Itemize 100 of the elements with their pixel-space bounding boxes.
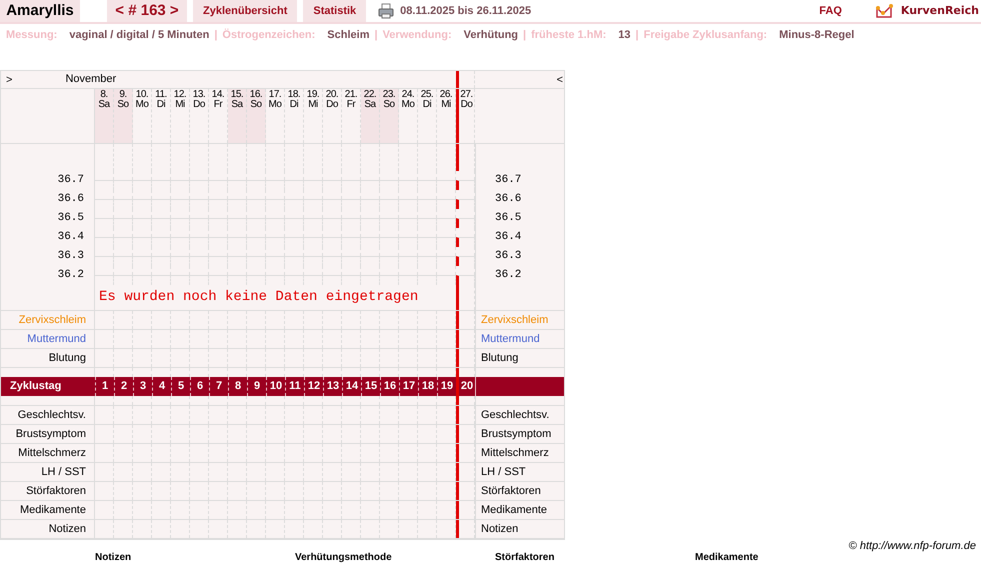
section-heading: Störfaktoren (495, 552, 556, 563)
cycle-day-number: 13 (323, 377, 342, 396)
info-value: vaginal / digital / 5 Minuten (69, 28, 210, 43)
cycle-day-number: 8 (228, 377, 247, 396)
copyright-text: © http://www.nfp-forum.de (848, 541, 976, 552)
temperature-label: 36.2 (475, 266, 566, 285)
row-label: Muttermund (1, 330, 95, 348)
date-range: 08.11.2025 bis 26.11.2025 (400, 4, 532, 19)
prev-button[interactable]: < (556, 72, 563, 88)
row-label: Mittelschmerz (1, 444, 95, 462)
date-header: 13. Do (190, 89, 209, 143)
cycle-day-number: 12 (304, 377, 323, 396)
cycle-day-number: 2 (114, 377, 133, 396)
row-label: Störfaktoren (475, 482, 566, 500)
date-header: 18. Di (285, 89, 304, 143)
cycle-day-number: 5 (171, 377, 190, 396)
info-label: Freigabe Zyklusanfang: (644, 28, 768, 43)
date-header: 23. So (380, 89, 399, 143)
date-header: 19. Mi (304, 89, 323, 143)
cycle-day-number: 19 (437, 377, 456, 396)
nav-tab[interactable]: Statistik (303, 0, 366, 22)
nav-tab[interactable]: Zyklenübersicht (193, 0, 298, 22)
date-header: 25. Di (418, 89, 437, 143)
row-label: Blutung (1, 349, 95, 367)
row-label: Störfaktoren (1, 482, 95, 500)
separator: | (214, 28, 218, 43)
faq-link[interactable]: FAQ (819, 2, 842, 20)
cycle-day-number: 14 (342, 377, 361, 396)
separator: | (636, 28, 639, 43)
cycle-day-number: 3 (133, 377, 152, 396)
section-heading: Medikamente (695, 552, 760, 563)
temperature-label: 36.7 (1, 171, 95, 190)
date-header: 8. Sa (95, 89, 114, 143)
row-label: Notizen (475, 520, 566, 538)
date-header: 12. Mi (171, 89, 190, 143)
row-label: Muttermund (475, 330, 566, 348)
temperature-label: 36.4 (1, 228, 95, 247)
profile-name: Amaryllis (0, 0, 80, 22)
date-header: 15. Sa (228, 89, 247, 143)
row-label: Zervixschleim (1, 311, 95, 329)
cycle-day-number: 1 (95, 377, 114, 396)
printer-icon[interactable] (378, 3, 394, 19)
date-header: 11. Di (152, 89, 171, 143)
date-header: 20. Do (323, 89, 342, 143)
info-value: Minus-8-Regel (779, 28, 854, 43)
temperature-label: 36.2 (1, 266, 95, 285)
cycle-day-number: 20 (456, 377, 475, 396)
cycle-day-number: 9 (247, 377, 266, 396)
row-label: LH / SST (1, 463, 95, 481)
row-label: Medikamente (475, 501, 566, 519)
date-header: 17. Mo (266, 89, 285, 143)
row-label: LH / SST (475, 463, 566, 481)
temperature-label: 36.6 (475, 190, 566, 209)
month-label: November (65, 72, 116, 88)
section-heading: Verhütungsmethode (295, 552, 393, 563)
cycle-nav-button[interactable]: < # 163 > (107, 0, 187, 22)
date-header: 22. Sa (361, 89, 380, 143)
temperature-label: 36.3 (1, 247, 95, 266)
cycle-day-number: 6 (190, 377, 209, 396)
date-header: 27. Do (456, 89, 475, 143)
cycle-day-number: 17 (399, 377, 418, 396)
logo-icon (874, 3, 895, 19)
row-label: Medikamente (1, 501, 95, 519)
date-header: 9. So (114, 89, 133, 143)
info-label: Östrogenzeichen: (222, 28, 316, 43)
cycle-day-number: 4 (152, 377, 171, 396)
temperature-label: 36.4 (475, 228, 566, 247)
cycle-day-number: 10 (266, 377, 285, 396)
temperature-label: 36.5 (1, 209, 95, 228)
temperature-label: 36.6 (1, 190, 95, 209)
cycle-day-label: Zyklustag (9, 379, 62, 394)
cycle-day-number: 11 (285, 377, 304, 396)
row-label: Blutung (475, 349, 566, 367)
info-label: Verwendung: (382, 28, 452, 43)
section-heading: Notizen (95, 552, 132, 563)
next-button[interactable]: > (1, 72, 18, 88)
info-value: Verhütung (464, 28, 518, 43)
row-label: Geschlechtsv. (475, 406, 566, 424)
info-value: Schleim (327, 28, 370, 43)
row-label: Mittelschmerz (475, 444, 566, 462)
date-header: 26. Mi (437, 89, 456, 143)
cycle-day-number: 16 (380, 377, 399, 396)
cycle-day-number: 15 (361, 377, 380, 396)
temperature-label: 36.5 (475, 209, 566, 228)
info-label: früheste 1.hM: (531, 28, 606, 43)
info-label: Messung: (6, 28, 58, 43)
row-label: Brustsymptom (475, 425, 566, 443)
row-label: Zervixschleim (475, 311, 566, 329)
temperature-label: 36.7 (475, 171, 566, 190)
date-header: 16. So (247, 89, 266, 143)
separator: | (523, 28, 526, 43)
row-label: Brustsymptom (1, 425, 95, 443)
logo-text: KurvenReich (900, 2, 979, 19)
cycle-day-number: 7 (209, 377, 228, 396)
empty-data-message: Es wurden noch keine Daten eingetragen (99, 288, 418, 307)
date-header: 24. Mo (399, 89, 418, 143)
separator: | (374, 28, 378, 43)
cycle-day-number: 18 (418, 377, 437, 396)
info-value: 13 (618, 28, 631, 43)
row-label: Geschlechtsv. (1, 406, 95, 424)
